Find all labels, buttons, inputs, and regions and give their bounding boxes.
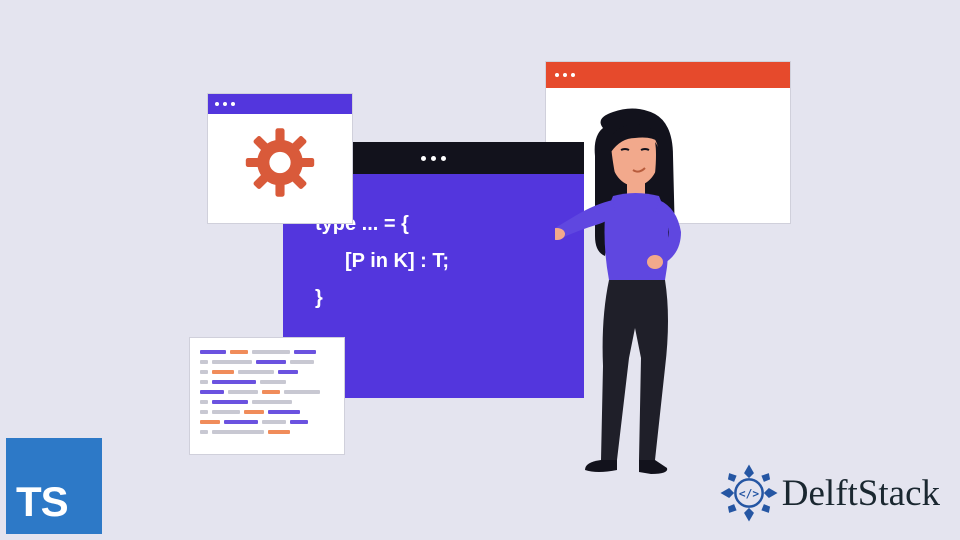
typescript-logo: TS: [6, 438, 102, 534]
gear-icon: [242, 124, 318, 205]
illustration-stage: type ... = { [P in K] : T; }: [0, 0, 960, 540]
code-line-placeholder: [200, 420, 334, 424]
window-dot: [215, 102, 219, 106]
svg-text:</>: </>: [739, 487, 759, 500]
window-dot: [223, 102, 227, 106]
code-line-placeholder: [200, 400, 334, 404]
window-dot: [231, 102, 235, 106]
delftstack-brand: </> DelftStack: [718, 462, 940, 524]
code-line: }: [315, 280, 564, 317]
code-snippet-window: [189, 337, 345, 455]
window-dot: [555, 73, 559, 77]
titlebar: [208, 94, 352, 114]
code-line-placeholder: [200, 380, 334, 384]
code-line-placeholder: [200, 430, 334, 434]
window-dot: [571, 73, 575, 77]
window-dot: [563, 73, 567, 77]
code-line-placeholder: [200, 370, 334, 374]
window-dot: [431, 156, 436, 161]
person-illustration: [555, 108, 715, 500]
ts-label: TS: [16, 478, 68, 526]
code-line-placeholder: [200, 360, 334, 364]
code-line-placeholder: [200, 410, 334, 414]
brand-name: DelftStack: [782, 472, 940, 515]
code-line: [P in K] : T;: [315, 243, 564, 280]
window-dot: [421, 156, 426, 161]
titlebar: [546, 62, 790, 88]
window-dot: [441, 156, 446, 161]
code-line-placeholder: [200, 350, 334, 354]
delftstack-logo-icon: </>: [718, 462, 780, 524]
settings-window: [207, 93, 353, 224]
code-line-placeholder: [200, 390, 334, 394]
